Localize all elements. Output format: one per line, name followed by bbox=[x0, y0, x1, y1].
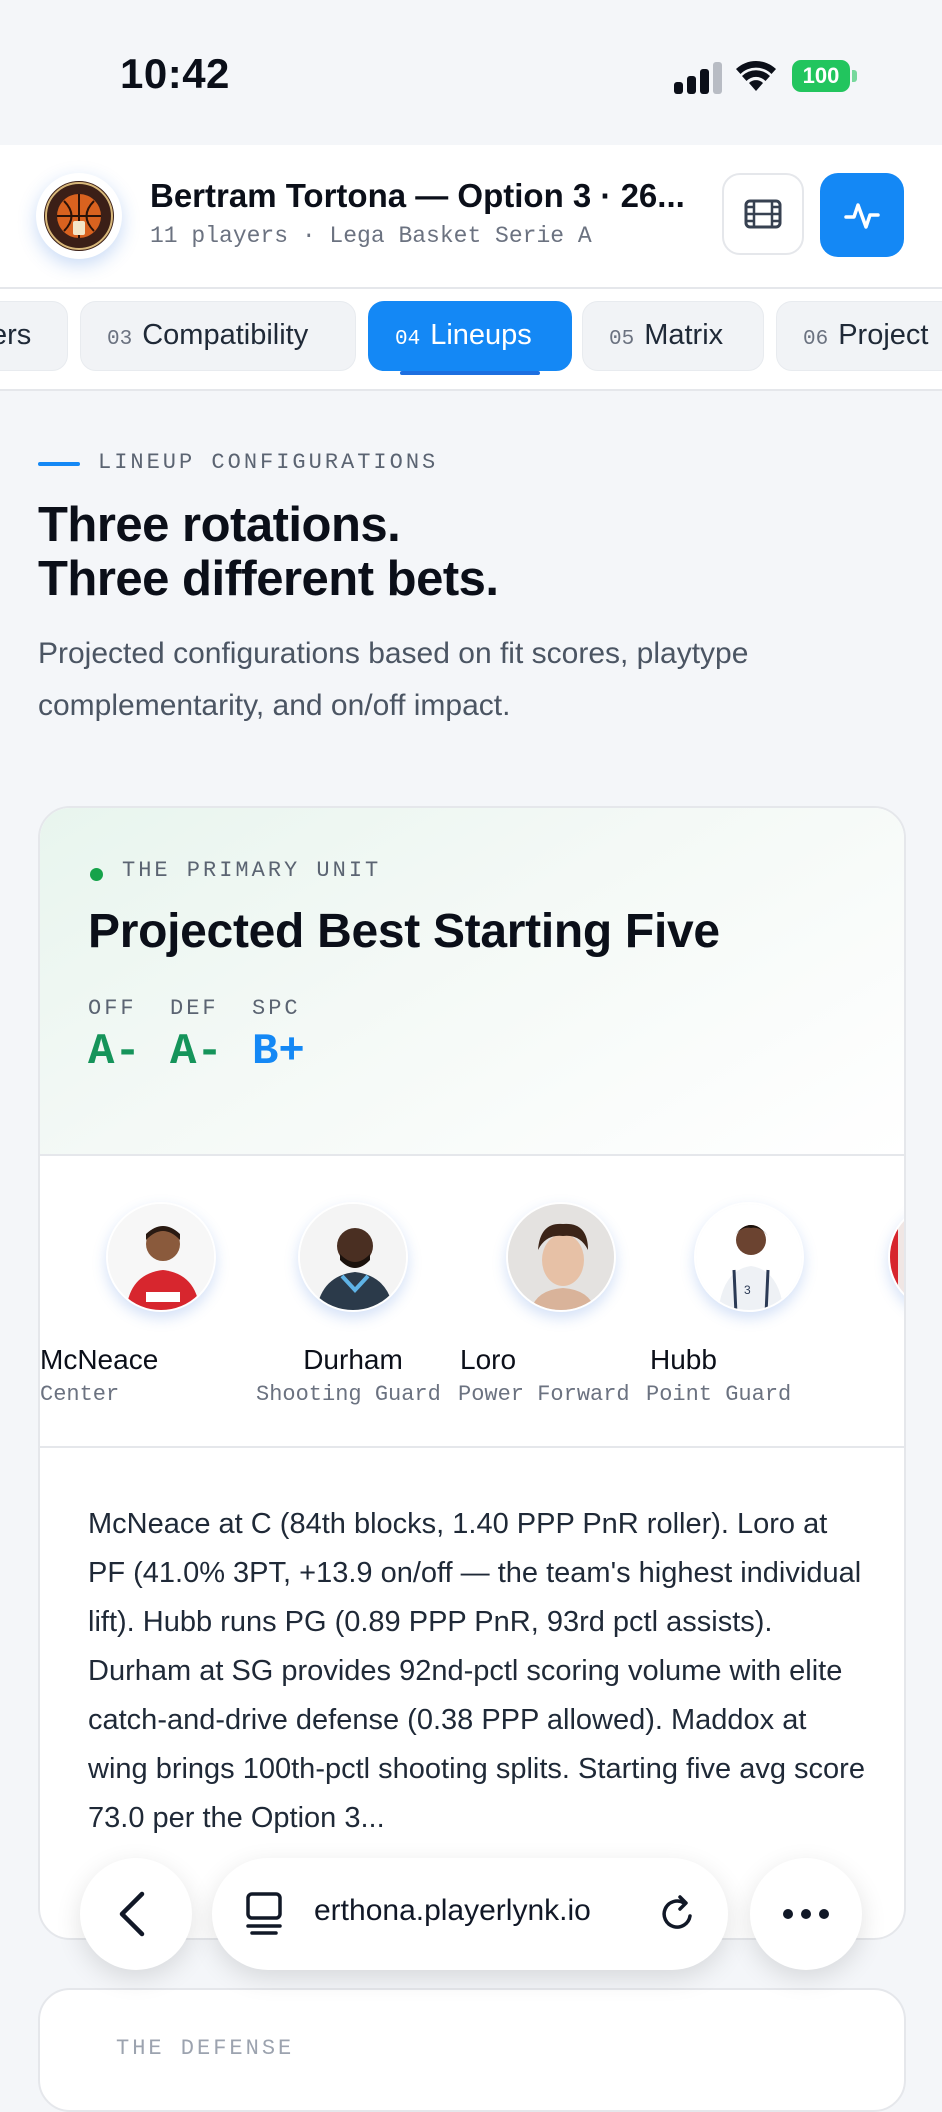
player-name: Durham bbox=[303, 1344, 403, 1375]
status-bar: 10:42 100 bbox=[0, 0, 942, 145]
tab-compatibility[interactable]: 03 Compatibility bbox=[80, 301, 356, 371]
grade-label: SPC bbox=[252, 996, 301, 1021]
tab-label: Lineups bbox=[430, 319, 532, 351]
next-unit-kicker: THE DEFENSE bbox=[116, 2036, 295, 2061]
tab-label: ers bbox=[0, 319, 32, 351]
grade-defense: DEF A- bbox=[170, 996, 223, 1077]
player-role: Point Guard bbox=[646, 1382, 792, 1407]
team-subtitle: 11 players · Lega Basket Serie A bbox=[150, 223, 592, 249]
grade-offense: OFF A- bbox=[88, 996, 141, 1077]
player-photo bbox=[108, 1204, 214, 1310]
active-tab-indicator bbox=[400, 371, 540, 375]
grade-spacing: SPC B+ bbox=[252, 996, 305, 1077]
ellipsis-icon bbox=[783, 1909, 829, 1919]
team-title: Bertram Tortona — Option 3 · 26... bbox=[150, 177, 685, 214]
grade-value: B+ bbox=[252, 1027, 305, 1077]
clock: 10:42 bbox=[120, 50, 230, 97]
player-avatar-durham[interactable] bbox=[298, 1202, 408, 1312]
team-logo[interactable] bbox=[36, 173, 122, 259]
tab-projections[interactable]: 06 Project bbox=[776, 301, 942, 371]
pulse-icon bbox=[844, 203, 880, 229]
more-options-button[interactable] bbox=[750, 1858, 862, 1970]
player-avatar-mcneace[interactable] bbox=[106, 1202, 216, 1312]
player-avatar-hubb[interactable]: 3 bbox=[694, 1202, 804, 1312]
unit-title: Projected Best Starting Five bbox=[88, 905, 720, 958]
film-button[interactable] bbox=[722, 173, 804, 255]
kicker-accent-line bbox=[38, 462, 80, 466]
player-photo bbox=[890, 1204, 904, 1310]
player-photo bbox=[508, 1204, 614, 1310]
reload-icon[interactable] bbox=[656, 1892, 700, 1936]
player-role: Shooting Guard bbox=[256, 1382, 441, 1407]
player-carousel[interactable]: McNeace Center Durham Shooting Guard Lor… bbox=[40, 1156, 904, 1448]
player-name: Loro bbox=[460, 1344, 517, 1375]
grade-value: A- bbox=[170, 1027, 223, 1077]
player-avatar-next[interactable] bbox=[888, 1202, 904, 1312]
player-avatar-loro[interactable] bbox=[506, 1202, 616, 1312]
section-kicker: LINEUP CONFIGURATIONS bbox=[98, 450, 439, 475]
url-text: erthona.playerlynk.io bbox=[314, 1894, 591, 1927]
headline-line-1: Three rotations. bbox=[38, 498, 401, 552]
tab-number: 05 bbox=[609, 328, 635, 351]
battery-icon: 100 bbox=[792, 60, 858, 92]
app-header: Bertram Tortona — Option 3 · 26... 11 pl… bbox=[0, 145, 942, 289]
card-header: THE PRIMARY UNIT Projected Best Starting… bbox=[40, 808, 904, 1156]
activity-button[interactable] bbox=[820, 173, 904, 257]
address-bar[interactable]: erthona.playerlynk.io bbox=[212, 1858, 728, 1970]
section-tabs: ers 03 Compatibility 04 Lineups 05 Matrix 0… bbox=[0, 289, 942, 391]
tab-lineups[interactable]: 04 Lineups bbox=[368, 301, 572, 371]
tab-label: Project bbox=[838, 319, 929, 351]
tab-label: Compatibility bbox=[142, 319, 309, 351]
section-description: Projected configurations based on fit sc… bbox=[38, 637, 749, 722]
cellular-signal-icon bbox=[674, 62, 722, 94]
tab-players[interactable]: ers bbox=[0, 301, 68, 371]
tab-label: Matrix bbox=[644, 319, 724, 351]
primary-unit-card: THE PRIMARY UNIT Projected Best Starting… bbox=[38, 806, 906, 1940]
unit-summary: McNeace at C (84th blocks, 1.40 PPP PnR … bbox=[88, 1508, 865, 1834]
wifi-icon bbox=[736, 61, 776, 91]
unit-kicker: THE PRIMARY UNIT bbox=[122, 858, 382, 883]
player-role: Power Forward bbox=[458, 1382, 630, 1407]
back-button[interactable] bbox=[80, 1858, 192, 1970]
tabs-overview-icon bbox=[246, 1892, 282, 1935]
tab-number: 04 bbox=[395, 328, 421, 351]
section-headline: Three rotations. Three different bets. bbox=[38, 498, 499, 606]
player-photo: 3 bbox=[696, 1204, 802, 1310]
tab-matrix[interactable]: 05 Matrix bbox=[582, 301, 764, 371]
player-photo bbox=[300, 1204, 406, 1310]
tab-number: 03 bbox=[107, 328, 133, 351]
headline-line-2: Three different bets. bbox=[38, 552, 499, 606]
status-dot bbox=[90, 868, 103, 881]
svg-text:3: 3 bbox=[744, 1283, 751, 1297]
battery-level: 100 bbox=[792, 60, 850, 92]
basketball-crest-icon bbox=[45, 182, 113, 250]
film-icon bbox=[744, 199, 782, 229]
player-role: Center bbox=[40, 1382, 120, 1407]
tab-number: 06 bbox=[803, 328, 829, 351]
player-name: Hubb bbox=[650, 1344, 717, 1375]
grade-label: OFF bbox=[88, 996, 137, 1021]
grade-value: A- bbox=[88, 1027, 141, 1077]
grade-label: DEF bbox=[170, 996, 219, 1021]
chevron-left-icon bbox=[119, 1891, 145, 1937]
